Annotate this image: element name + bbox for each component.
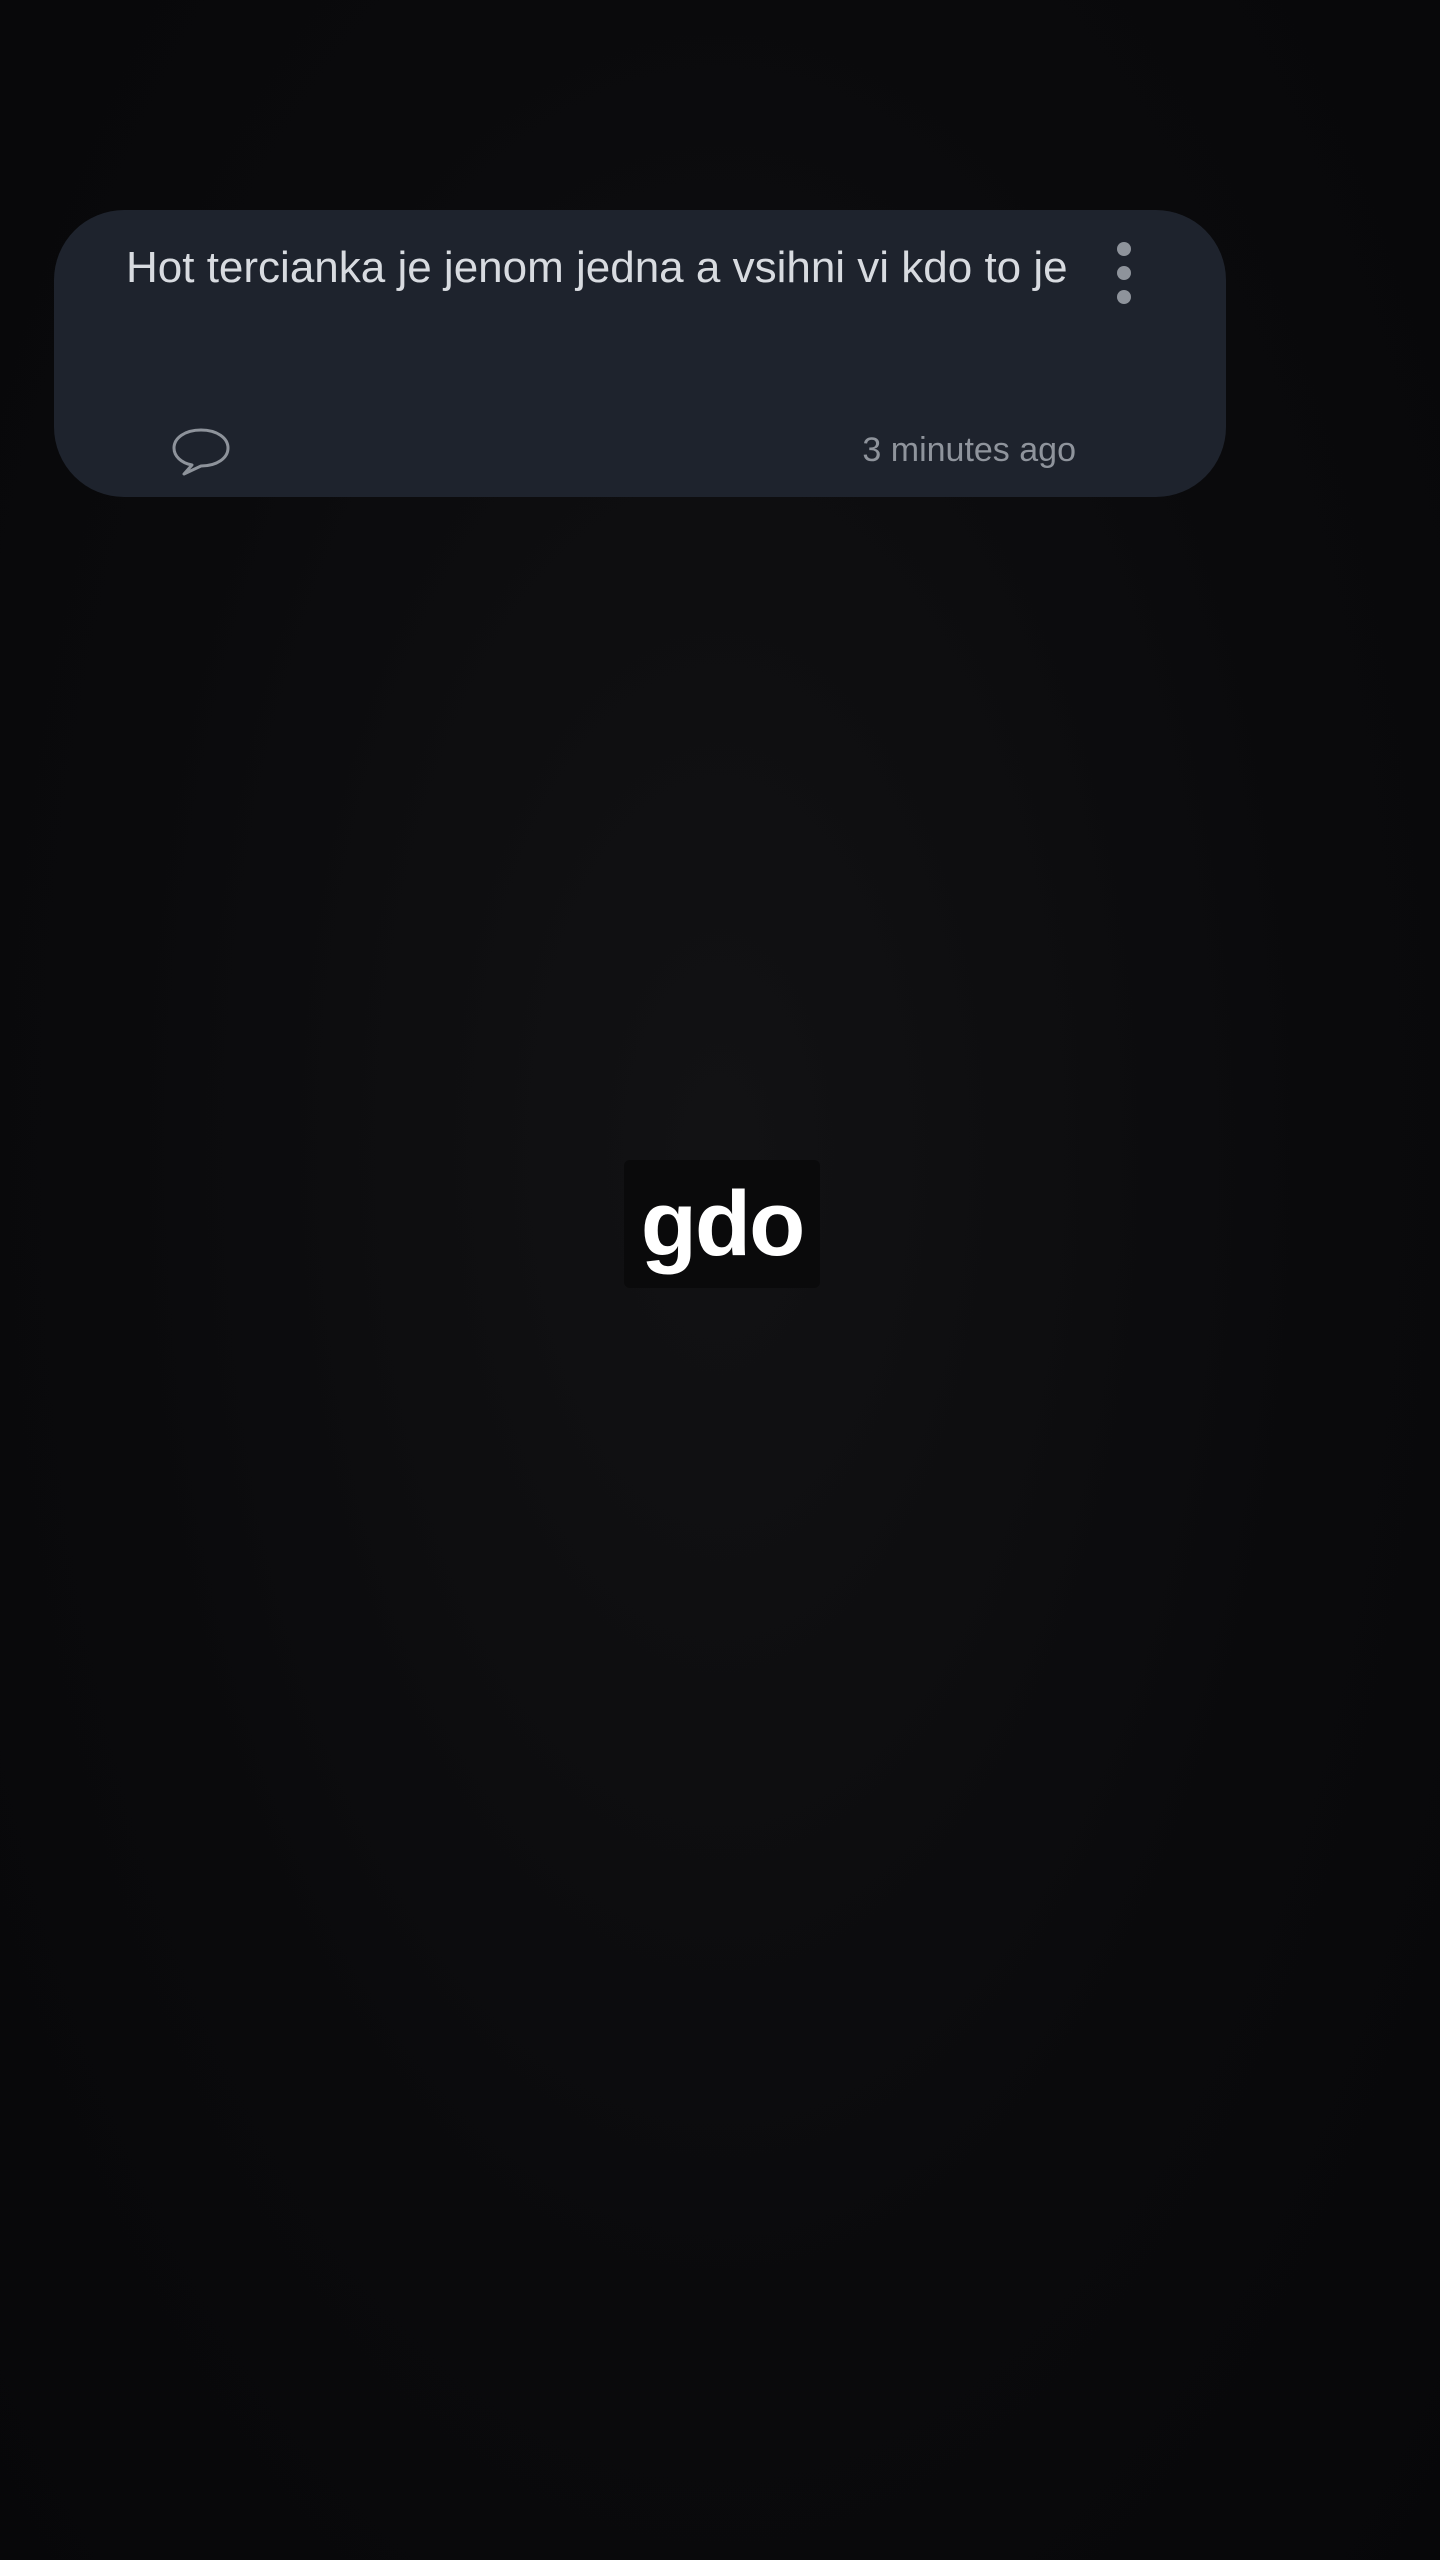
sticker-text: gdo xyxy=(640,1173,806,1275)
comment-bubble-icon xyxy=(172,428,230,476)
text-sticker[interactable]: gdo xyxy=(624,1160,820,1288)
comment-button[interactable] xyxy=(170,426,232,478)
more-vertical-icon xyxy=(1117,242,1131,256)
story-screen: Hot tercianka je jenom jedna a vsihni vi… xyxy=(0,0,1440,2560)
post-text: Hot tercianka je jenom jedna a vsihni vi… xyxy=(126,243,1068,292)
more-options-button[interactable] xyxy=(1104,238,1144,308)
post-card[interactable]: Hot tercianka je jenom jedna a vsihni vi… xyxy=(54,210,1226,497)
post-timestamp: 3 minutes ago xyxy=(862,431,1076,469)
